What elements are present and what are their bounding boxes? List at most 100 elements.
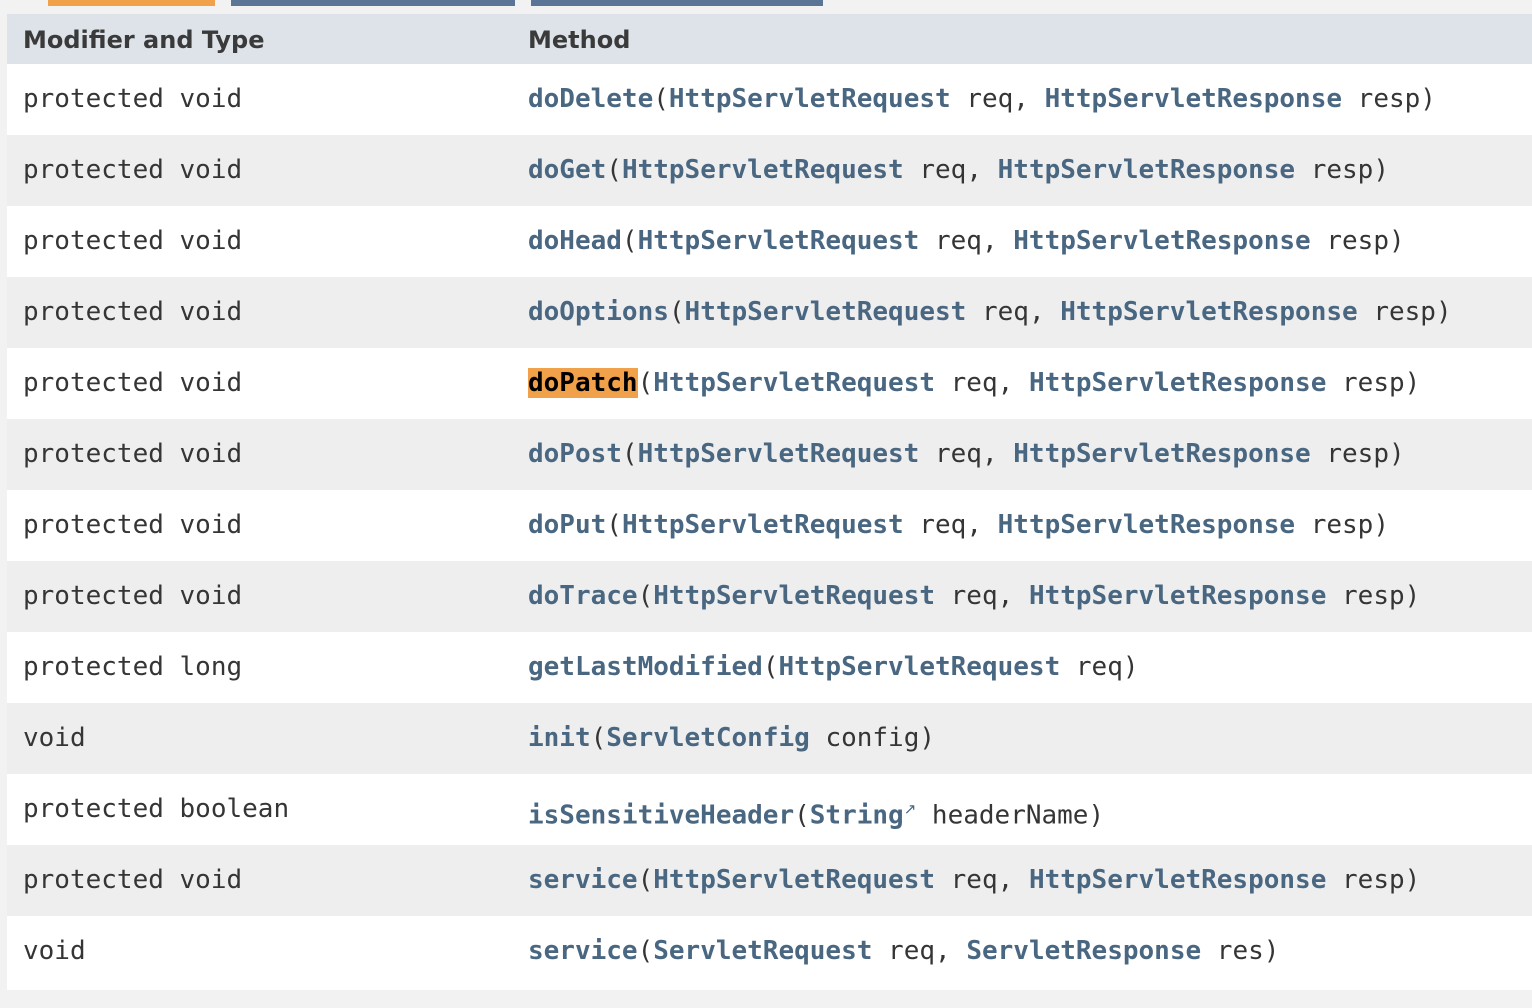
param-type-link[interactable]: HttpServletRequest xyxy=(653,368,935,398)
param-type-link[interactable]: HttpServletResponse xyxy=(998,510,1295,540)
method-name-link[interactable]: doPut xyxy=(528,510,606,540)
param-separator: , xyxy=(1028,297,1061,327)
param-type-link[interactable]: HttpServletRequest xyxy=(622,510,904,540)
method-signature-cell: init(ServletConfig config) xyxy=(528,703,935,774)
param-type-link[interactable]: HttpServletRequest xyxy=(638,439,920,469)
table-row: protected void doPatch(HttpServletRequest… xyxy=(7,348,1532,419)
param-separator: , xyxy=(997,865,1029,895)
param-name: resp xyxy=(1342,865,1405,895)
method-signature-cell: doGet(HttpServletRequest req, HttpServle… xyxy=(528,135,1389,206)
table-row: protected void doTrace(HttpServletRequest… xyxy=(7,561,1532,632)
param-separator: , xyxy=(981,439,1014,469)
param-type-link[interactable]: HttpServletResponse xyxy=(1029,368,1326,398)
method-name-link[interactable]: isSensitiveHeader xyxy=(528,801,794,831)
param-name: req xyxy=(919,510,967,540)
table-row: protected long getLastModified(HttpServle… xyxy=(7,632,1532,703)
paren-open: ( xyxy=(794,800,810,831)
modifier-type-cell: protected void xyxy=(23,510,243,540)
paren-close: ) xyxy=(1388,226,1405,256)
param-type-link[interactable]: String xyxy=(810,801,904,831)
modifier-type-cell: protected void xyxy=(23,84,243,114)
param-type-link[interactable]: HttpServletResponse xyxy=(1013,439,1310,469)
method-name-link[interactable]: doGet xyxy=(528,155,606,185)
param-type-link[interactable]: HttpServletRequest xyxy=(653,865,935,895)
paren-close: ) xyxy=(1420,84,1436,114)
tab-indicator[interactable] xyxy=(531,0,823,6)
param-name: resp xyxy=(1310,155,1374,185)
paren-open: ( xyxy=(762,652,779,682)
paren-open: ( xyxy=(637,368,654,398)
param-separator: , xyxy=(997,581,1029,611)
param-type-link[interactable]: ServletConfig xyxy=(606,723,810,753)
param-type-link[interactable]: HttpServletRequest xyxy=(669,84,951,114)
method-name-link[interactable]: doPost xyxy=(528,439,622,469)
paren-open: ( xyxy=(606,510,622,540)
param-type-link[interactable]: HttpServletResponse xyxy=(1060,297,1357,327)
method-signature-cell: service(ServletRequest req, ServletRespo… xyxy=(528,916,1279,987)
paren-close: ) xyxy=(1373,155,1389,185)
method-name-link[interactable]: doPatch xyxy=(528,368,638,398)
param-type-link[interactable]: HttpServletRequest xyxy=(622,155,904,185)
param-name: req xyxy=(935,439,982,469)
param-name: headerName xyxy=(931,800,1089,831)
table-row: protected void doGet(HttpServletRequest r… xyxy=(7,135,1532,206)
param-type-link[interactable]: HttpServletRequest xyxy=(638,226,920,256)
modifier-type-cell: protected void xyxy=(23,368,243,398)
method-signature-cell: doPatch(HttpServletRequest req, HttpServ… xyxy=(528,348,1420,419)
table-row: protected void doOptions(HttpServletReque… xyxy=(7,277,1532,348)
method-signature-cell: service(HttpServletRequest req, HttpServ… xyxy=(528,845,1420,916)
param-type-link[interactable]: HttpServletResponse xyxy=(1029,581,1326,611)
param-separator: , xyxy=(997,368,1029,398)
param-type-link[interactable]: HttpServletRequest xyxy=(653,581,935,611)
paren-open: ( xyxy=(606,155,622,185)
table-tabs xyxy=(0,0,1532,6)
param-type-link[interactable]: HttpServletResponse xyxy=(998,155,1295,185)
param-name: req xyxy=(935,226,982,256)
modifier-type-cell: protected void xyxy=(23,226,243,256)
param-type-link[interactable]: HttpServletResponse xyxy=(1013,226,1310,256)
param-name: req xyxy=(1075,652,1123,682)
method-name-link[interactable]: service xyxy=(528,936,638,966)
tab-indicator[interactable] xyxy=(231,0,515,6)
method-name-link[interactable]: doHead xyxy=(528,226,622,256)
param-name: resp xyxy=(1342,368,1405,398)
tab-active-indicator[interactable] xyxy=(48,0,215,6)
method-name-link[interactable]: init xyxy=(528,723,591,753)
method-signature-cell: doDelete(HttpServletRequest req, HttpSer… xyxy=(528,64,1436,135)
method-signature-cell: doPut(HttpServletRequest req, HttpServle… xyxy=(528,490,1389,561)
external-link-icon: ↗ xyxy=(903,800,917,818)
paren-open: ( xyxy=(637,865,654,895)
param-name: req xyxy=(888,936,936,966)
paren-close: ) xyxy=(1263,936,1280,966)
param-type-link[interactable]: HttpServletRequest xyxy=(778,652,1060,682)
method-signature-cell: doPost(HttpServletRequest req, HttpServl… xyxy=(528,419,1405,490)
table-row: protected void doHead(HttpServletRequest … xyxy=(7,206,1532,277)
modifier-type-cell: protected void xyxy=(23,297,243,327)
method-name-link[interactable]: getLastModified xyxy=(528,652,763,682)
param-type-link[interactable]: HttpServletResponse xyxy=(1045,84,1342,114)
param-type-link[interactable]: ServletResponse xyxy=(966,936,1201,966)
paren-close: ) xyxy=(1373,510,1389,540)
method-name-link[interactable]: doOptions xyxy=(528,297,669,327)
method-signature-cell: isSensitiveHeader(String↗ headerName) xyxy=(528,774,1104,845)
paren-close: ) xyxy=(1404,368,1421,398)
paren-open: ( xyxy=(668,297,685,327)
method-name-link[interactable]: doTrace xyxy=(528,581,638,611)
method-name-link[interactable]: doDelete xyxy=(528,84,653,114)
modifier-type-cell: protected void xyxy=(23,865,243,895)
modifier-type-cell: protected long xyxy=(23,652,243,682)
param-name: req xyxy=(950,865,998,895)
param-type-link[interactable]: HttpServletRequest xyxy=(685,297,967,327)
param-type-link[interactable]: ServletRequest xyxy=(653,936,872,966)
method-name-link[interactable]: service xyxy=(528,865,638,895)
param-type-link[interactable]: HttpServletResponse xyxy=(1029,865,1326,895)
modifier-type-cell: protected void xyxy=(23,581,243,611)
